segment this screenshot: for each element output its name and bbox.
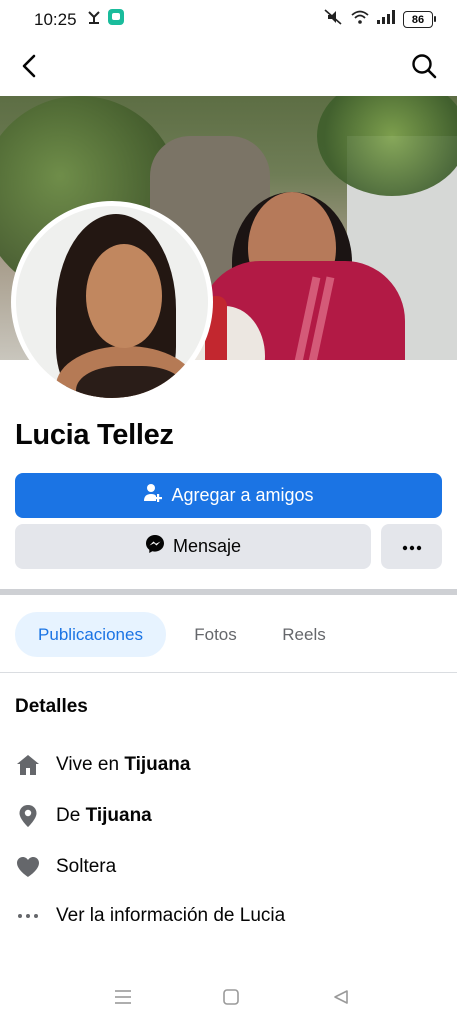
person-add-icon: [143, 483, 163, 508]
battery-icon: 86: [403, 11, 436, 28]
system-back-button[interactable]: [326, 985, 356, 1013]
detail-relationship: Soltera: [15, 854, 116, 880]
square-icon: [223, 988, 239, 1010]
more-icon: [402, 538, 422, 556]
avatar-face: [86, 244, 162, 348]
status-indicators: 86: [323, 9, 436, 30]
cover-foliage-right: [317, 96, 457, 196]
profile-picture[interactable]: [11, 201, 213, 403]
status-bar: 10:25 86: [0, 0, 457, 40]
add-friend-button[interactable]: Agregar a amigos: [15, 473, 442, 518]
menu-lines-icon: [114, 989, 132, 1010]
lives-in-prefix: Vive en: [56, 754, 125, 775]
profile-name: Lucia Tellez: [15, 419, 174, 451]
tab-publicaciones[interactable]: Publicaciones: [15, 612, 166, 657]
search-button[interactable]: [406, 50, 442, 86]
details-title: Detalles: [15, 696, 88, 717]
home-icon: [15, 752, 41, 778]
detail-from: De Tijuana: [15, 803, 152, 829]
tabs-divider: [0, 672, 457, 673]
messenger-icon: [145, 534, 165, 559]
section-divider: [0, 589, 457, 595]
detail-lives-in: Vive en Tijuana: [15, 752, 190, 778]
fan-icon: [86, 9, 102, 30]
more-options-button[interactable]: [381, 524, 442, 569]
tab-fotos[interactable]: Fotos: [178, 612, 253, 657]
location-pin-icon: [15, 803, 41, 829]
signal-icon: [377, 10, 395, 29]
recent-apps-button[interactable]: [108, 985, 138, 1013]
home-button[interactable]: [216, 985, 246, 1013]
wifi-icon: [351, 10, 369, 29]
status-time: 10:25: [34, 10, 77, 29]
message-button[interactable]: Mensaje: [15, 524, 371, 569]
dots-icon: [15, 903, 41, 929]
from-prefix: De: [56, 805, 86, 826]
mute-icon: [323, 9, 343, 30]
see-about-info-link[interactable]: Ver la información de Lucia: [15, 903, 285, 929]
from-city[interactable]: Tijuana: [86, 805, 152, 827]
tab-reels[interactable]: Reels: [268, 612, 340, 657]
add-friend-label: Agregar a amigos: [171, 485, 314, 505]
heart-icon: [15, 854, 41, 880]
profile-picture-image: [16, 206, 208, 398]
lives-in-city[interactable]: Tijuana: [124, 754, 190, 776]
search-icon: [411, 53, 437, 84]
triangle-back-icon: [333, 989, 349, 1010]
back-icon: [19, 54, 41, 83]
system-nav-bar: [0, 975, 457, 1024]
avatar-top: [76, 366, 186, 398]
message-label: Mensaje: [172, 536, 242, 556]
see-about-info-label: Ver la información de Lucia: [56, 905, 286, 926]
relationship-status: Soltera: [56, 856, 117, 877]
app-notification-icon: [108, 9, 124, 30]
back-button[interactable]: [12, 50, 48, 86]
